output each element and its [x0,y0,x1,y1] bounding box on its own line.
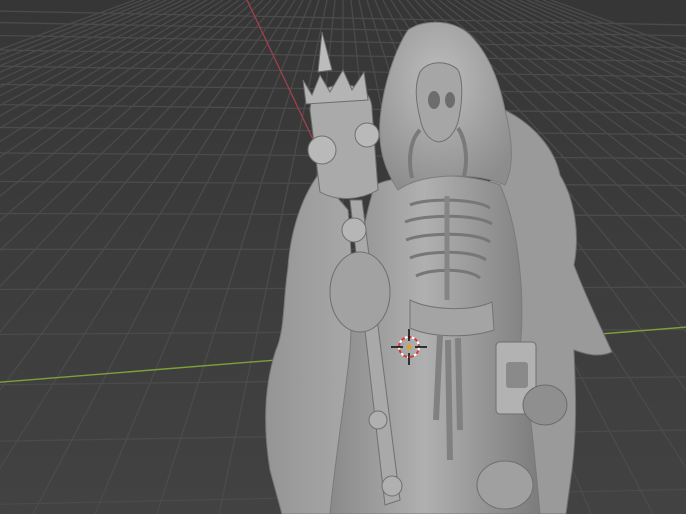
skull-eye-left [428,91,440,109]
pouch[interactable] [476,460,534,510]
side-ornament [522,384,568,426]
3d-viewport[interactable] [0,0,686,514]
viewport-canvas[interactable] [0,0,686,514]
skull-eye-right [445,92,455,108]
hand-on-staff [329,251,391,333]
